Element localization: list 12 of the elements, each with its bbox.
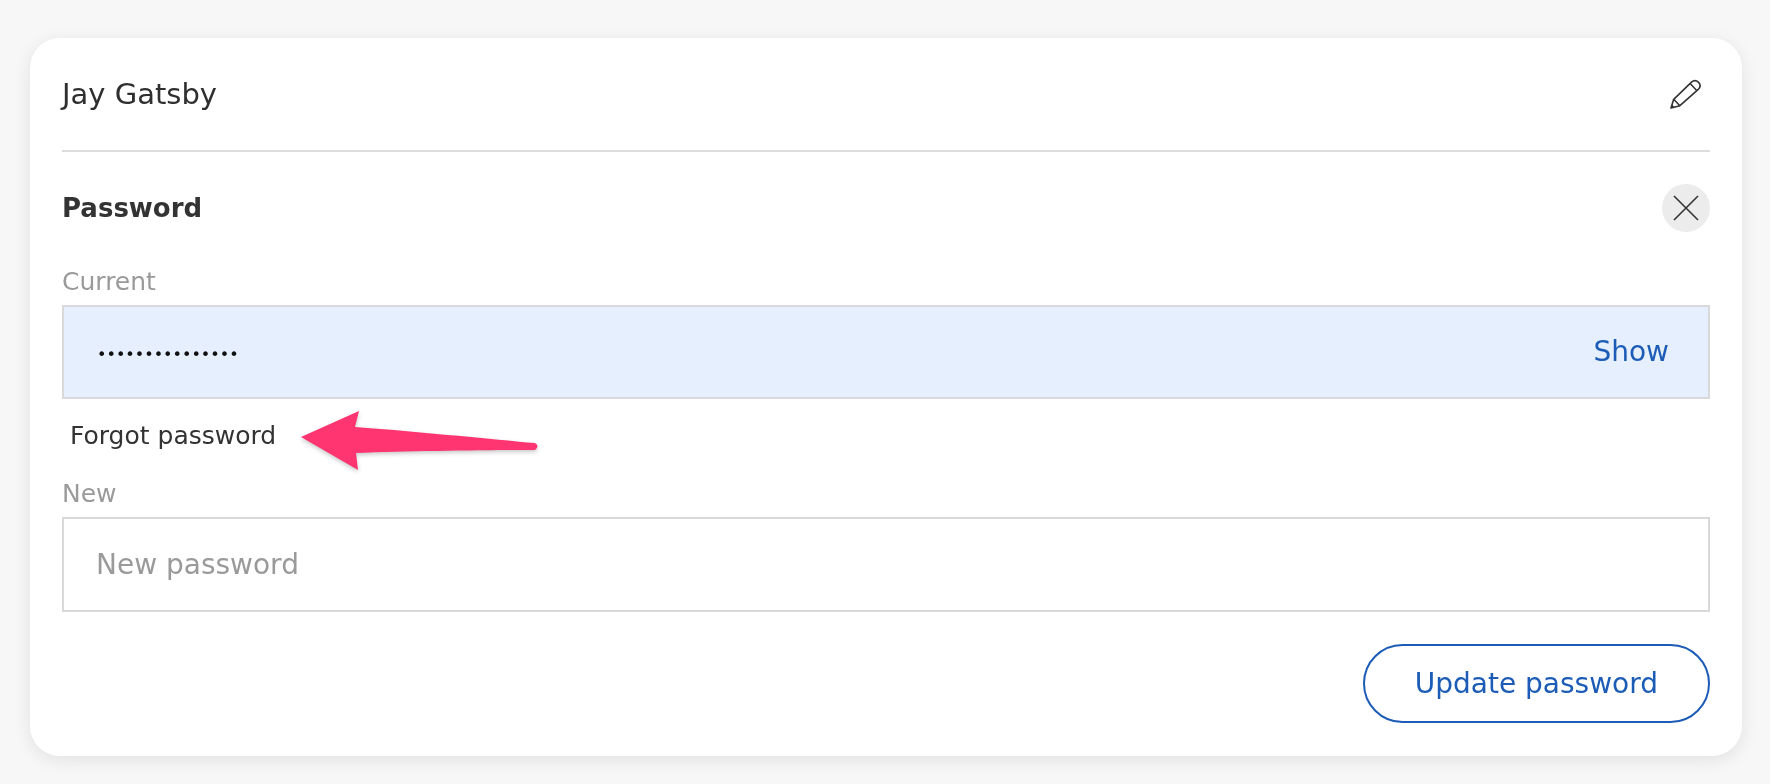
field-label: New — [62, 479, 117, 509]
new-password-field[interactable]: New password — [62, 517, 1710, 612]
field-label: Current — [62, 267, 156, 297]
edit-button[interactable] — [1668, 78, 1702, 110]
profile-name: Jay Gatsby — [62, 76, 217, 112]
section-title: Password — [62, 192, 203, 225]
close-button[interactable] — [1662, 184, 1710, 232]
close-icon — [1673, 195, 1699, 221]
show-password-button[interactable]: Show — [1593, 335, 1669, 369]
forgot-password-link[interactable]: Forgot password — [70, 421, 277, 451]
pencil-icon — [1668, 78, 1702, 110]
update-password-button[interactable]: Update password — [1362, 644, 1710, 723]
